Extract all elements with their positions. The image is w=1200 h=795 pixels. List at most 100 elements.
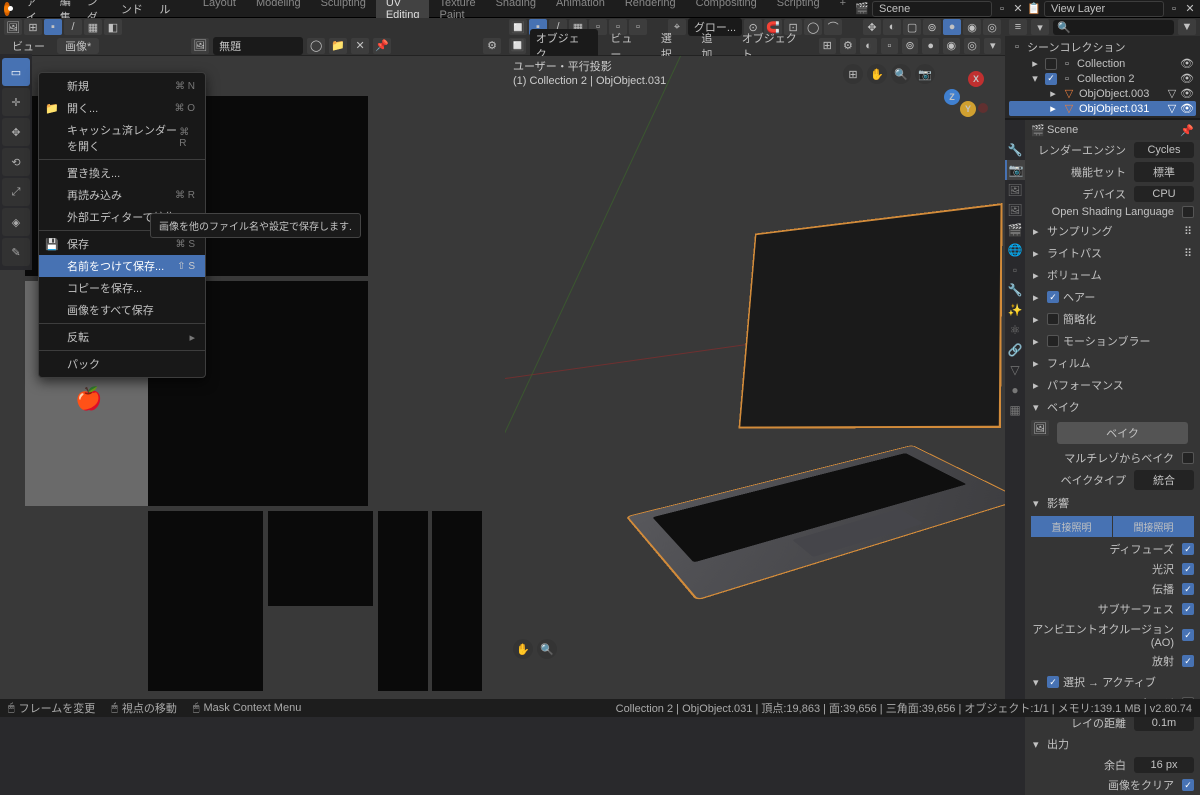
mode-select-icon[interactable]: 🔲 [509, 38, 526, 54]
pin-icon[interactable]: 📌 [373, 38, 391, 54]
section-performance[interactable]: ▸パフォーマンス [1025, 374, 1200, 396]
section-bake[interactable]: ▾ベイク [1025, 396, 1200, 418]
outliner-display-icon[interactable]: ▾ [1031, 19, 1049, 35]
tab-scene-icon[interactable]: 🎬 [1005, 220, 1025, 240]
tree-item-selected[interactable]: ▸ ▽ ObjObject.031 ▽👁 [1009, 101, 1196, 116]
emit-checkbox[interactable] [1182, 655, 1194, 667]
tab-data-icon[interactable]: ▽ [1005, 360, 1025, 380]
tree-item[interactable]: ▾ ▫ Collection 2 👁 [1009, 71, 1196, 86]
menu-save-as[interactable]: 名前をつけて保存...⇧ S [39, 255, 205, 277]
tree-root[interactable]: ▫ シーンコレクション [1009, 38, 1196, 56]
tab-material-icon[interactable]: ● [1005, 380, 1025, 400]
select-tool-icon[interactable]: ▭ [2, 58, 30, 86]
vp-solid-icon[interactable]: ● [922, 38, 939, 54]
browse-icon[interactable]: ▫ [996, 3, 1008, 15]
tree-item[interactable]: ▸ ▫ Collection 👁 [1009, 56, 1196, 71]
uv-image-menu[interactable]: 画像* [57, 38, 99, 54]
bake-button[interactable]: ベイク [1057, 422, 1188, 444]
margin-field[interactable]: 16 px [1134, 757, 1194, 773]
tab-constraints-icon[interactable]: 🔗 [1005, 340, 1025, 360]
tab-object-icon[interactable]: ▫ [1005, 260, 1025, 280]
editor-type-icon[interactable]: 🖼 [4, 19, 22, 35]
section-simplify[interactable]: ▸簡略化 [1025, 308, 1200, 330]
island-select-icon[interactable]: ◧ [104, 19, 122, 35]
vp-toggle-icon[interactable]: ▫ [881, 38, 898, 54]
bake-type-field[interactable]: 統合 [1134, 470, 1194, 490]
tab-output-icon[interactable]: 🖼 [1005, 180, 1025, 200]
outliner-type-icon[interactable]: ≡ [1009, 19, 1027, 35]
filter-icon[interactable]: ▼ [1178, 19, 1196, 35]
vp-dropdown-icon[interactable]: ▾ [984, 38, 1001, 54]
overlays-icon[interactable]: ◐ [883, 19, 901, 35]
open-image-icon[interactable]: 📁 [329, 38, 347, 54]
multires-checkbox[interactable] [1182, 452, 1194, 464]
tab-particles-icon[interactable]: ✨ [1005, 300, 1025, 320]
osl-checkbox[interactable] [1182, 206, 1194, 218]
outliner-search[interactable]: 🔍 [1053, 20, 1174, 35]
tab-texture-icon[interactable]: ▦ [1005, 400, 1025, 420]
vp-rendered-icon[interactable]: ◎ [964, 38, 981, 54]
tab-physics-icon[interactable]: ⚛ [1005, 320, 1025, 340]
menu-open-image[interactable]: 📁 開く...⌘ O [39, 97, 205, 119]
rotate-tool-icon[interactable]: ⟲ [2, 148, 30, 176]
menu-open-cached[interactable]: キャッシュ済レンダーを開く⌘ R [39, 119, 205, 157]
close-icon[interactable]: ✕ [1012, 3, 1024, 15]
subsurface-checkbox[interactable] [1182, 603, 1194, 615]
move-tool-icon[interactable]: ✥ [2, 118, 30, 146]
menu-reload[interactable]: 再読み込み⌘ R [39, 184, 205, 206]
tab-tool-icon[interactable]: 🔧 [1005, 140, 1025, 160]
close-icon[interactable]: ✕ [1184, 3, 1196, 15]
vp-shading-dropdown-icon[interactable]: ⚙ [840, 38, 857, 54]
clear-checkbox[interactable] [1182, 779, 1194, 791]
viewlayer-field[interactable]: View Layer [1044, 1, 1164, 17]
section-film[interactable]: ▸フィルム [1025, 352, 1200, 374]
vp-overlay-dropdown-icon[interactable]: ◐ [860, 38, 877, 54]
tab-modifier-icon[interactable]: 🔧 [1005, 280, 1025, 300]
navigation-gizmo[interactable]: X Z Y [940, 71, 990, 121]
options-icon[interactable]: ⚙ [483, 38, 501, 54]
new-image-icon[interactable]: ◯ [307, 38, 325, 54]
image-name-field[interactable]: 無題 [213, 37, 303, 55]
gizmo-icon[interactable]: ✥ [863, 19, 881, 35]
glossy-checkbox[interactable] [1182, 563, 1194, 575]
xray-icon[interactable]: ▢ [903, 19, 921, 35]
tree-item[interactable]: ▸ ▽ ObjObject.003 ▽👁 [1009, 86, 1196, 101]
shading-wire-icon[interactable]: ⊚ [923, 19, 941, 35]
cursor-tool-icon[interactable]: ✛ [2, 88, 30, 116]
face-select-icon[interactable]: ▦ [84, 19, 102, 35]
annotate-tool-icon[interactable]: ✎ [2, 238, 30, 266]
pin-icon[interactable]: 📌 [1180, 124, 1194, 137]
outliner-search-input[interactable] [1071, 21, 1170, 33]
shading-rendered-icon[interactable]: ◎ [983, 19, 1001, 35]
vp-wire-icon[interactable]: ⊚ [902, 38, 919, 54]
section-volume[interactable]: ▸ボリューム [1025, 264, 1200, 286]
scene-field[interactable]: Scene [872, 1, 992, 17]
edge-select-icon[interactable]: / [64, 19, 82, 35]
section-sampling[interactable]: ▸サンプリング⠿ [1025, 220, 1200, 242]
menu-pack[interactable]: パック [39, 353, 205, 375]
feature-set-field[interactable]: 標準 [1134, 162, 1194, 182]
shading-matcap-icon[interactable]: ◉ [963, 19, 981, 35]
vp-grid-icon[interactable]: ⊞ [819, 38, 836, 54]
section-lightpaths[interactable]: ▸ライトパス⠿ [1025, 242, 1200, 264]
section-output[interactable]: ▾出力 [1025, 733, 1200, 755]
editor-type-icon[interactable]: 🔲 [509, 19, 527, 35]
vp-grid-icon[interactable]: ⊞ [843, 64, 863, 84]
menu-save-copy[interactable]: コピーを保存... [39, 277, 205, 299]
section-selected-active[interactable]: ▾選択 → アクティブ [1025, 671, 1200, 693]
device-field[interactable]: CPU [1134, 186, 1194, 202]
tab-render-icon[interactable]: 📷 [1005, 160, 1025, 180]
section-motionblur[interactable]: ▸モーションブラー [1025, 330, 1200, 352]
eye-icon[interactable]: 👁 [1180, 102, 1194, 115]
render-engine-field[interactable]: Cycles [1134, 142, 1194, 158]
vp-hand-icon[interactable]: ✋ [513, 639, 533, 659]
ray-distance-field[interactable]: 0.1m [1134, 715, 1194, 731]
menu-save-all[interactable]: 画像をすべて保存 [39, 299, 205, 321]
menu-new-image[interactable]: 新規⌘ N [39, 75, 205, 97]
transform-tool-icon[interactable]: ◈ [2, 208, 30, 236]
direct-lighting-button[interactable]: 直接照明 [1031, 516, 1112, 537]
tab-world-icon[interactable]: 🌐 [1005, 240, 1025, 260]
tab-viewlayer-icon[interactable]: 🖼 [1005, 200, 1025, 220]
section-influence[interactable]: ▾影響 [1025, 492, 1200, 514]
diffuse-checkbox[interactable] [1182, 543, 1194, 555]
